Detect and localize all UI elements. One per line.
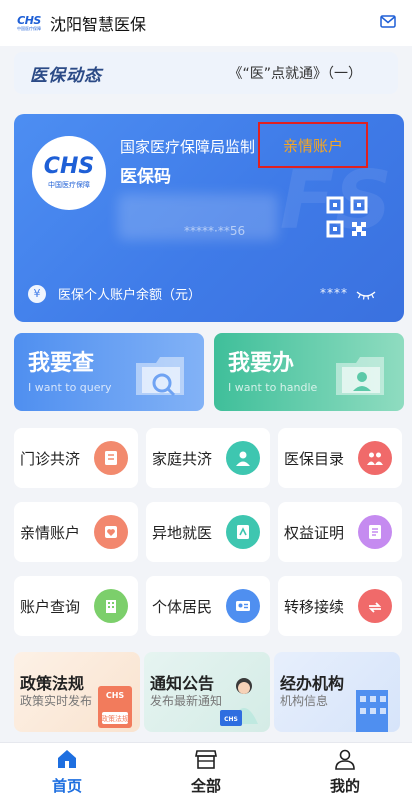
policy-card[interactable]: 政策法规 政策实时发布 CHS 政策法规 [14, 652, 140, 732]
news-brand: 医保动态 [30, 65, 102, 86]
grid-item-label: 医保目录 [284, 449, 345, 468]
eye-closed-icon[interactable] [356, 290, 376, 300]
grid-item-insurance-catalog[interactable]: 医保目录 [278, 428, 402, 488]
news-headline[interactable]: 《“医”点就通》（一） [228, 63, 362, 83]
id-card-icon [226, 589, 260, 623]
certificate-icon [358, 515, 392, 549]
tab-home[interactable]: 首页 [22, 747, 112, 797]
office-building-icon [356, 690, 388, 732]
tab-home-label: 首页 [51, 777, 82, 795]
bottom-tab-bar: 首页 全部 我的 [0, 742, 412, 798]
handle-tile-subtitle: I want to handle [228, 381, 318, 394]
balance-masked: **** [320, 286, 348, 300]
yen-icon: ¥ [28, 284, 46, 303]
grid-item-family-mutual-aid[interactable]: 家庭共济 [146, 428, 270, 488]
transfer-icon [358, 589, 392, 623]
grid-item-label: 亲情账户 [20, 523, 81, 542]
building-icon [94, 589, 128, 623]
handle-tile[interactable]: 我要办 I want to handle [214, 333, 404, 411]
policy-card-title: 政策法规 [20, 674, 85, 693]
logo-subtitle: 中国医疗保障 [17, 25, 41, 31]
chs-badge: CHS 中国医疗保障 [32, 136, 106, 210]
store-icon [195, 750, 217, 769]
family-account-label: 亲情账户 [282, 136, 343, 155]
grid-item-remote-medical[interactable]: 异地就医 [146, 502, 270, 562]
agency-card-title: 经办机构 [280, 674, 345, 693]
grid-item-account-query[interactable]: 账户查询 [14, 576, 138, 636]
query-tile[interactable]: 我要查 I want to query [14, 333, 204, 411]
app-title: 沈阳智慧医保 [50, 15, 147, 34]
grid-item-label: 账户查询 [20, 597, 81, 616]
agency-card[interactable]: 经办机构 机构信息 [274, 652, 400, 732]
agency-card-subtitle: 机构信息 [280, 694, 329, 708]
tab-all[interactable]: 全部 [161, 747, 251, 797]
news-bar[interactable]: 医保动态 《“医”点就通》（一） [14, 52, 398, 94]
chs-logo: CHS 中国医疗保障 [14, 12, 44, 34]
notice-badge-text: CHS [224, 716, 238, 723]
grid-item-family-account[interactable]: 亲情账户 [14, 502, 138, 562]
svg-text:CHS: CHS [106, 691, 125, 700]
tab-mine[interactable]: 我的 [300, 747, 390, 797]
grid-item-label: 转移接续 [284, 597, 345, 616]
qr-code-icon[interactable] [326, 196, 368, 238]
grid-item-label: 门诊共济 [20, 449, 81, 468]
query-tile-title: 我要查 [28, 351, 95, 376]
mail-icon[interactable] [380, 15, 396, 29]
doctor-icon [226, 441, 260, 475]
card-code-label: 医保码 [120, 167, 171, 187]
grid-item-label: 异地就医 [152, 523, 213, 542]
balance-row[interactable]: ¥ 医保个人账户余额（元） [28, 284, 201, 303]
policy-book-icon: CHS 政策法规 [98, 686, 132, 728]
app-header: CHS 中国医疗保障 沈阳智慧医保 [0, 0, 412, 46]
policy-card-subtitle: 政策实时发布 [20, 694, 93, 708]
policy-badge-text: 政策法规 [101, 714, 129, 723]
card-authority: 国家医疗保障局监制 [120, 138, 256, 156]
grid-item-individual-resident[interactable]: 个体居民 [146, 576, 270, 636]
balance-label: 医保个人账户余额（元） [58, 288, 202, 303]
handle-tile-title: 我要办 [228, 351, 295, 376]
masked-id-number: *****·**56 [184, 224, 246, 238]
logo-mark: CHS [17, 13, 41, 27]
home-icon [58, 750, 76, 768]
grid-item-transfer-continuation[interactable]: 转移接续 [278, 576, 402, 636]
folder-person-icon [336, 357, 384, 395]
grid-item-outpatient-mutual-aid[interactable]: 门诊共济 [14, 428, 138, 488]
grid-item-rights-certificate[interactable]: 权益证明 [278, 502, 402, 562]
query-tile-subtitle: I want to query [28, 381, 112, 394]
grid-item-label: 权益证明 [284, 523, 345, 542]
nurse-icon: CHS [220, 678, 258, 726]
document-icon [94, 441, 128, 475]
user-icon [335, 749, 355, 770]
notice-card-subtitle: 发布最新通知 [150, 694, 223, 708]
notice-card[interactable]: 通知公告 发布最新通知 CHS [144, 652, 270, 732]
tab-all-label: 全部 [190, 777, 221, 795]
grid-item-label: 个体居民 [152, 597, 213, 616]
family-icon [358, 441, 392, 475]
heart-book-icon [94, 515, 128, 549]
chs-badge-subtitle: 中国医疗保障 [48, 181, 90, 189]
family-account-button[interactable]: 亲情账户 [258, 122, 368, 168]
notice-card-title: 通知公告 [150, 674, 215, 693]
chs-badge-mark: CHS [43, 154, 95, 179]
insurance-code-card[interactable]: FS CHS 中国医疗保障 国家医疗保障局监制 医保码 亲情账户 *****·*… [14, 114, 404, 322]
travel-icon [226, 515, 260, 549]
tab-mine-label: 我的 [329, 777, 360, 795]
folder-search-icon [136, 357, 184, 397]
grid-item-label: 家庭共济 [152, 449, 213, 468]
